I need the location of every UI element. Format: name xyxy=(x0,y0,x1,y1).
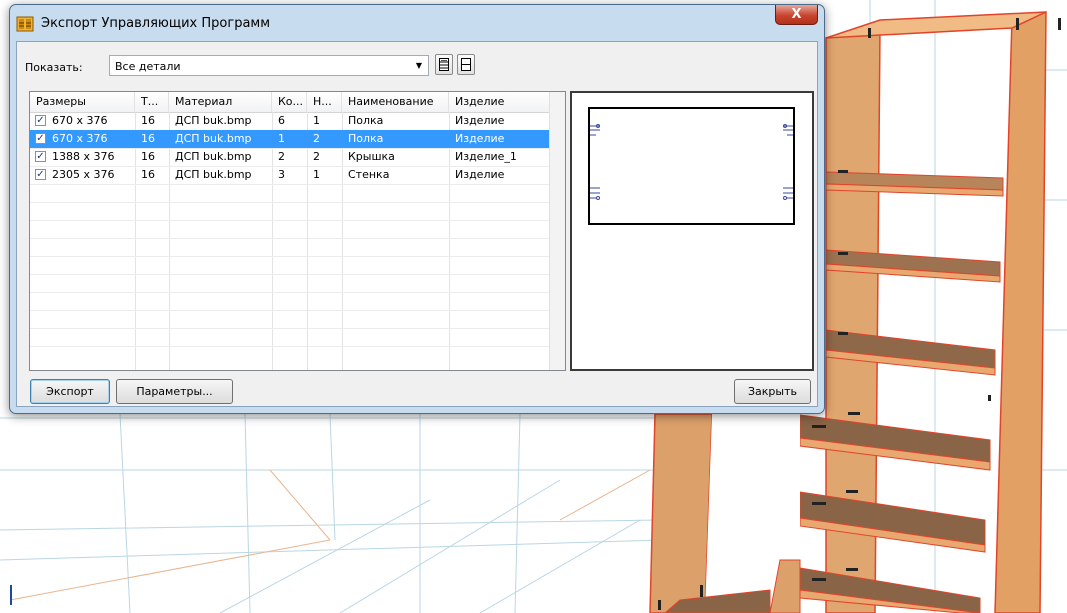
table-header: Размеры Т... Материал Ко... Н... Наимено… xyxy=(30,92,550,113)
column-header-quantity[interactable]: Ко... xyxy=(272,92,307,112)
cell-size: 1388 x 376 xyxy=(52,150,115,163)
cell-name: Полка xyxy=(348,114,384,127)
cell-name: Полка xyxy=(348,132,384,145)
cabinet-icon xyxy=(16,16,34,32)
cell-quantity: 3 xyxy=(278,168,285,181)
show-filter-dropdown[interactable]: Все детали ▼ xyxy=(109,55,429,76)
window-title: Экспорт Управляющих Программ xyxy=(41,16,271,31)
cell-material: ДСП buk.bmp xyxy=(175,132,252,145)
cell-product: Изделие xyxy=(455,132,505,145)
chevron-down-icon: ▼ xyxy=(415,61,422,70)
parts-table[interactable]: Размеры Т... Материал Ко... Н... Наимено… xyxy=(29,91,566,371)
column-header-thickness[interactable]: Т... xyxy=(135,92,169,112)
cell-name: Крышка xyxy=(348,150,395,163)
cell-size: 670 x 376 xyxy=(52,132,108,145)
window-close-button[interactable]: X xyxy=(775,5,818,25)
cell-material: ДСП buk.bmp xyxy=(175,150,252,163)
cell-product: Изделие xyxy=(455,114,505,127)
cell-number: 1 xyxy=(313,114,320,127)
table-scroll-area[interactable] xyxy=(549,92,565,370)
panel-icon xyxy=(461,58,471,71)
export-button[interactable]: Экспорт xyxy=(30,379,110,404)
table-row[interactable]: ✓ 2305 x 376 16 ДСП buk.bmp 3 1 Стенка И… xyxy=(30,166,550,184)
cell-product: Изделие_1 xyxy=(455,150,517,163)
table-row[interactable]: ✓ 670 x 376 16 ДСП buk.bmp 6 1 Полка Изд… xyxy=(30,112,550,130)
title-bar[interactable]: Экспорт Управляющих Программ X xyxy=(10,5,824,41)
parameters-button[interactable]: Параметры... xyxy=(116,379,233,404)
export-programs-dialog: Экспорт Управляющих Программ X Показать:… xyxy=(9,4,825,414)
cell-size: 2305 x 376 xyxy=(52,168,115,181)
cell-material: ДСП buk.bmp xyxy=(175,114,252,127)
table-row[interactable]: ✓ 670 x 376 16 ДСП buk.bmp 1 2 Полка Изд… xyxy=(30,130,550,148)
cell-name: Стенка xyxy=(348,168,390,181)
cell-quantity: 2 xyxy=(278,150,285,163)
show-filter-value: Все детали xyxy=(115,60,181,73)
cell-thickness: 16 xyxy=(141,132,155,145)
cell-thickness: 16 xyxy=(141,168,155,181)
cell-product: Изделие xyxy=(455,168,505,181)
shelves-icon xyxy=(439,58,449,71)
cell-number: 1 xyxy=(313,168,320,181)
cell-size: 670 x 376 xyxy=(52,114,108,127)
cell-thickness: 16 xyxy=(141,114,155,127)
column-header-sizes[interactable]: Размеры xyxy=(30,92,135,112)
dialog-client-area: Показать: Все детали ▼ Размеры Т... Мате… xyxy=(16,41,818,407)
shelves-view-button[interactable] xyxy=(435,54,453,75)
close-button[interactable]: Закрыть xyxy=(734,379,811,404)
column-header-material[interactable]: Материал xyxy=(169,92,272,112)
part-preview-panel xyxy=(570,91,814,371)
cell-number: 2 xyxy=(313,132,320,145)
cell-thickness: 16 xyxy=(141,150,155,163)
column-header-number[interactable]: Н... xyxy=(307,92,342,112)
cell-quantity: 1 xyxy=(278,132,285,145)
cell-number: 2 xyxy=(313,150,320,163)
panel-view-button[interactable] xyxy=(457,54,475,75)
cell-material: ДСП buk.bmp xyxy=(175,168,252,181)
cell-quantity: 6 xyxy=(278,114,285,127)
panel-drawing xyxy=(588,107,795,225)
table-row[interactable]: ✓ 1388 x 376 16 ДСП buk.bmp 2 2 Крышка И… xyxy=(30,148,550,166)
show-filter-label: Показать: xyxy=(25,61,83,74)
column-header-name[interactable]: Наименование xyxy=(342,92,449,112)
column-header-product[interactable]: Изделие xyxy=(449,92,550,112)
